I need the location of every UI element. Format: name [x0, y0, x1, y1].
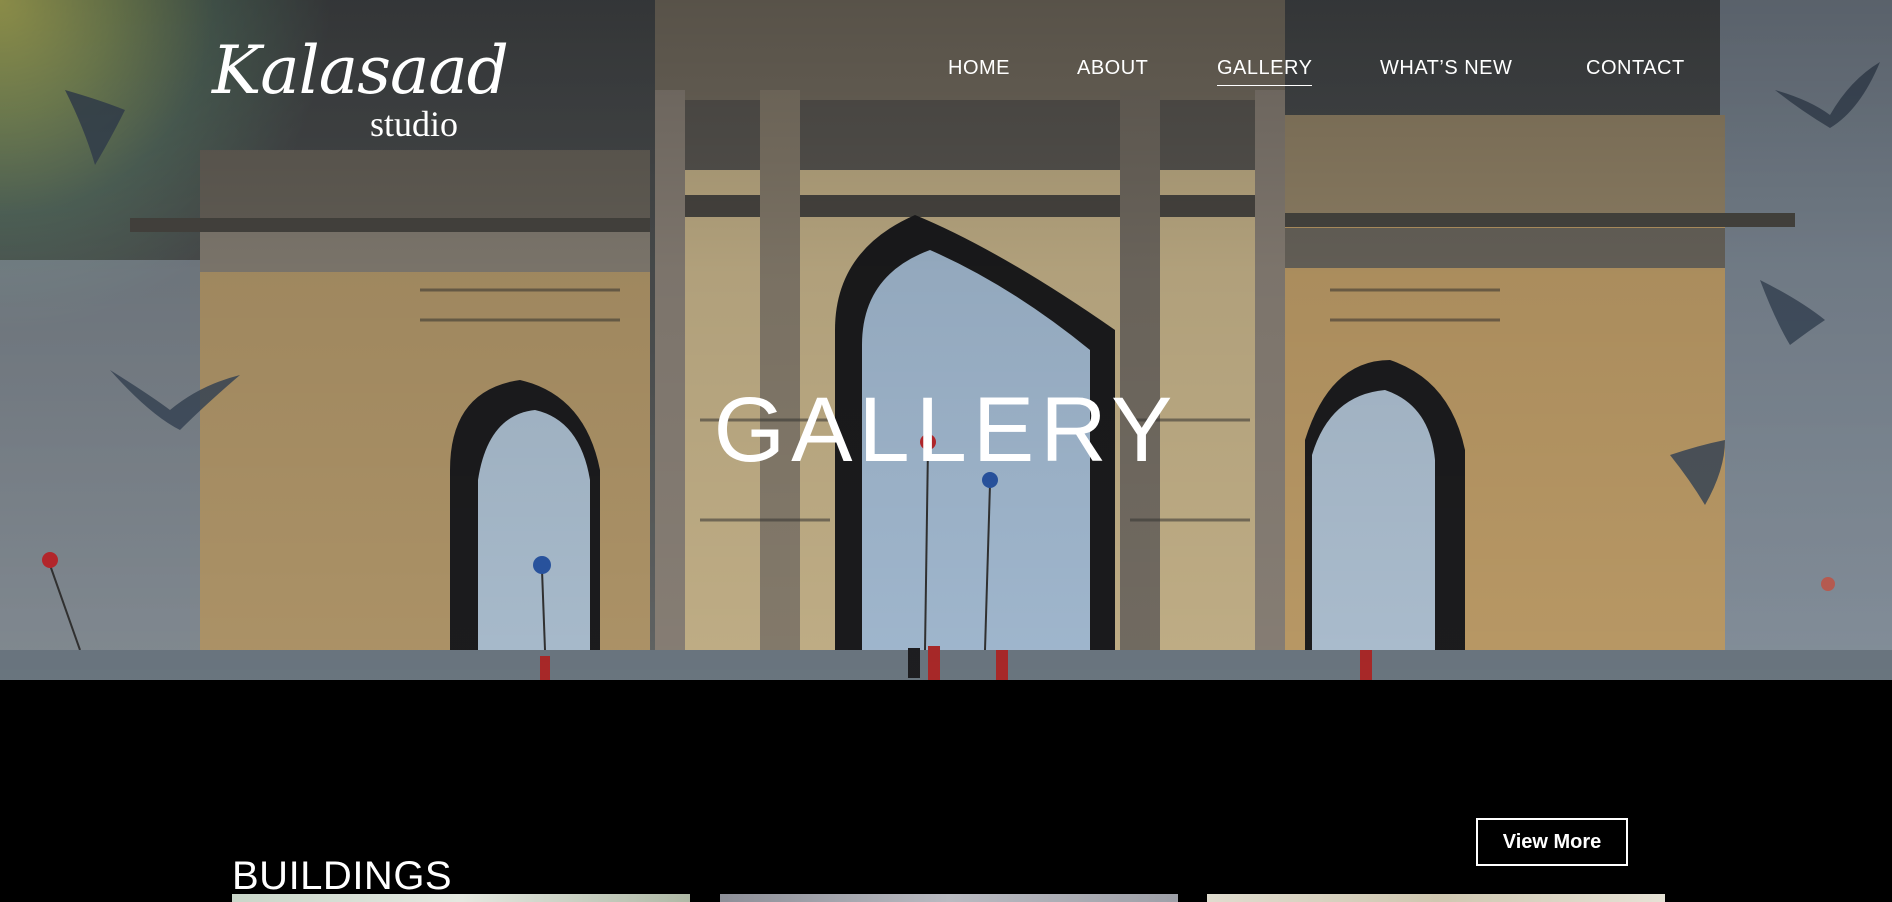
gallery-thumbnail[interactable] — [720, 894, 1178, 902]
nav-item-home[interactable]: HOME — [948, 54, 1010, 82]
gallery-thumbnail[interactable] — [232, 894, 690, 902]
nav-item-contact[interactable]: CONTACT — [1586, 54, 1685, 82]
nav-item-about[interactable]: ABOUT — [1077, 54, 1148, 82]
studio-logo[interactable]: Kalasaad studio — [212, 32, 509, 144]
logo-sub-text: studio — [370, 104, 459, 144]
gallery-thumbnail[interactable] — [1207, 894, 1665, 902]
hero-banner: Kalasaad studio HOME ABOUT GALLERY WHAT’… — [0, 0, 1892, 680]
nav-item-gallery[interactable]: GALLERY — [1217, 54, 1313, 86]
main-nav: HOME ABOUT GALLERY WHAT’S NEW CONTACT — [0, 54, 1892, 86]
hero-title: GALLERY — [713, 378, 1179, 481]
view-more-button[interactable]: View More — [1476, 818, 1628, 866]
nav-item-whats-new[interactable]: WHAT’S NEW — [1380, 54, 1512, 82]
